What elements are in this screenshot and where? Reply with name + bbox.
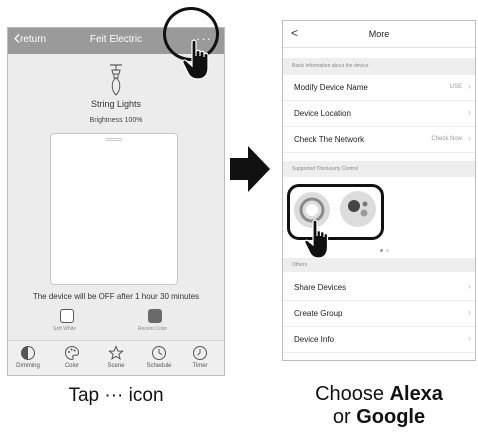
tab-dimming[interactable]: Dimming: [8, 345, 48, 369]
star-icon: [108, 345, 124, 360]
caption-tap-text: Tap: [68, 385, 105, 406]
row-label: Create Group: [294, 309, 343, 318]
more-page-title: More: [368, 29, 390, 39]
tab-scene-label: Scene: [107, 363, 125, 369]
right-caption-line2: or Google: [282, 406, 476, 429]
row-share-devices[interactable]: Share Devices ›: [283, 275, 475, 301]
tab-schedule[interactable]: Schedule: [139, 345, 179, 369]
soft-white-swatch[interactable]: [60, 309, 74, 323]
tab-color[interactable]: Color: [52, 345, 92, 369]
caption-dots-icon: ···: [104, 385, 124, 406]
tab-dimming-label: Dimming: [16, 363, 40, 369]
left-caption: Tap ··· icon: [0, 385, 232, 407]
soft-white-label: Soft White: [53, 326, 77, 332]
google-assistant-icon[interactable]: [338, 189, 378, 229]
row-device-location[interactable]: Device Location ›: [283, 101, 475, 127]
page-dot: [386, 249, 389, 252]
caption-icon-text: icon: [123, 385, 164, 406]
timer-icon: [193, 346, 207, 360]
timer-off-message: The device will be OFF after 1 hour 30 m…: [32, 292, 200, 301]
row-check-network[interactable]: Check The Network Check Now ›: [283, 127, 475, 153]
row-label: Modify Device Name: [294, 83, 368, 92]
tab-color-label: Color: [64, 363, 80, 369]
clock-icon: [152, 346, 166, 360]
recent-color-swatch[interactable]: [148, 309, 162, 323]
dimming-icon: [21, 346, 35, 360]
right-caption-line1: Choose Alexa: [282, 383, 476, 406]
section-header-basic-info: Basic information about the device: [283, 58, 475, 75]
row-label: Share Devices: [294, 283, 347, 292]
row-label: Device Location: [294, 109, 351, 118]
bottom-tab-bar: Dimming Color Scene Schedule Timer: [8, 340, 224, 375]
more-header: < More: [283, 21, 475, 48]
caption-google-text: Google: [356, 406, 426, 428]
pointing-hand-icon: [182, 39, 209, 80]
chevron-right-icon: ›: [468, 333, 471, 343]
caption-choose-text: Choose: [315, 383, 390, 405]
row-label: Device Info: [294, 335, 335, 344]
chevron-right-icon: ›: [468, 133, 471, 143]
tab-timer[interactable]: Timer: [180, 345, 220, 369]
right-arrow-icon: [230, 146, 270, 192]
color-control-panel[interactable]: [50, 133, 178, 285]
row-value: Check Now: [431, 136, 462, 142]
pointing-hand-icon: [304, 219, 329, 259]
section-header-third-party: Supported Third-party Control: [283, 161, 475, 177]
row-value: USE: [449, 84, 462, 90]
tab-scene[interactable]: Scene: [96, 345, 136, 369]
page-indicator-dots: [380, 239, 392, 257]
chevron-right-icon: ›: [468, 107, 471, 117]
string-light-bulb-icon: [110, 64, 122, 96]
chevron-right-icon: ›: [468, 307, 471, 317]
brightness-value: Brightness 100%: [89, 117, 143, 124]
palette-icon: [64, 345, 80, 361]
row-device-info[interactable]: Device Info ›: [283, 327, 475, 353]
tab-timer-label: Timer: [192, 363, 208, 369]
recent-color-label: Recent Color: [138, 326, 168, 332]
caption-alexa-text: Alexa: [389, 383, 443, 405]
chevron-right-icon: ›: [468, 81, 471, 91]
page-dot-active: [380, 249, 383, 252]
panel-grip-handle[interactable]: [106, 138, 122, 139]
row-label: Check The Network: [294, 135, 365, 144]
row-modify-device-name[interactable]: Modify Device Name USE ›: [283, 75, 475, 101]
row-create-group[interactable]: Create Group ›: [283, 301, 475, 327]
device-name: String Lights: [90, 99, 142, 109]
caption-or-text: or: [332, 406, 357, 428]
tab-schedule-label: Schedule: [146, 363, 172, 369]
chevron-right-icon: ›: [468, 281, 471, 291]
